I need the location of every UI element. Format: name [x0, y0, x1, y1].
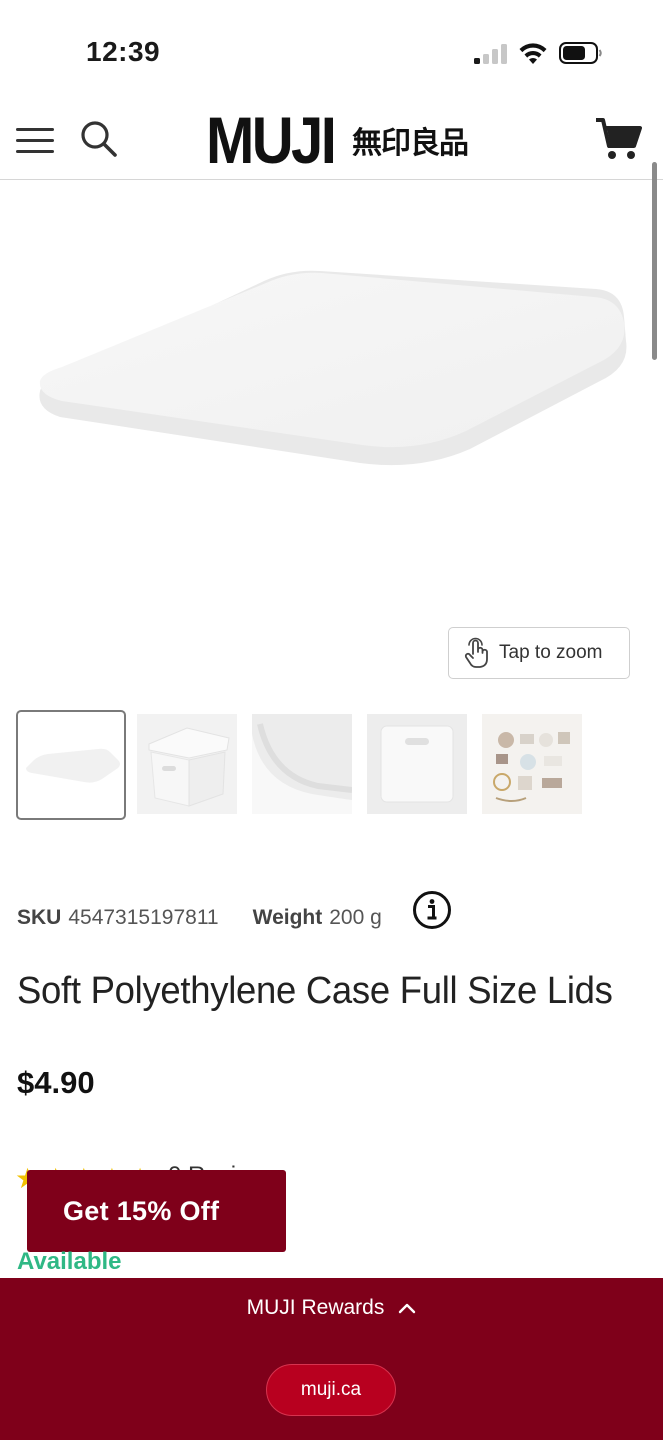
logo-text: MUJI: [206, 103, 337, 177]
sku-value: 4547315197811: [68, 906, 219, 929]
thumbnail-5[interactable]: [482, 714, 582, 814]
product-title: Soft Polyethylene Case Full Size Lids: [17, 970, 613, 1012]
product-price: $4.90: [17, 1065, 95, 1100]
tap-to-zoom-label: Tap to zoom: [499, 642, 603, 663]
rewards-toggle[interactable]: MUJI Rewards: [0, 1296, 663, 1320]
cart-icon[interactable]: [594, 116, 642, 162]
weight-label: Weight: [252, 906, 323, 929]
thumbnail-1[interactable]: [16, 710, 126, 820]
status-bar: 12:39: [0, 0, 663, 100]
rewards-bar: MUJI Rewards muji.ca: [0, 1278, 663, 1440]
chevron-up-icon: [399, 1303, 416, 1314]
availability-status: Available: [17, 1248, 122, 1275]
sku-label: SKU: [17, 906, 62, 929]
product-main-image[interactable]: [0, 181, 648, 691]
battery-icon: [559, 42, 602, 64]
menu-icon[interactable]: [16, 124, 54, 156]
info-icon[interactable]: [412, 890, 452, 930]
site-header: MUJI 無印良品: [0, 100, 663, 180]
get-discount-button[interactable]: Get 15% Off: [27, 1170, 286, 1252]
thumbnail-2[interactable]: [137, 714, 237, 814]
lid-image: [39, 270, 627, 466]
site-domain-label: muji.ca: [300, 1379, 362, 1400]
rewards-label: MUJI Rewards: [246, 1296, 385, 1319]
wifi-icon: [519, 43, 547, 64]
sku-weight-row: SKU 4547315197811 Weight 200 g: [17, 906, 382, 930]
thumbnail-4[interactable]: [367, 714, 467, 814]
cellular-signal-icon: [474, 44, 508, 64]
weight-value: 200 g: [329, 906, 382, 929]
thumbnail-3[interactable]: [252, 714, 352, 814]
promo-label: Get 15% Off: [63, 1195, 220, 1226]
logo-kanji: 無印良品: [352, 126, 469, 161]
scroll-indicator[interactable]: [652, 162, 657, 360]
search-icon[interactable]: [80, 120, 118, 158]
status-time: 12:39: [86, 36, 161, 67]
site-domain-pill[interactable]: muji.ca: [266, 1364, 396, 1416]
tap-to-zoom-button[interactable]: Tap to zoom: [448, 627, 630, 679]
touch-hand-icon: [464, 637, 488, 668]
muji-logo[interactable]: MUJI 無印良品: [206, 103, 469, 177]
thumbnail-strip: [16, 710, 636, 820]
